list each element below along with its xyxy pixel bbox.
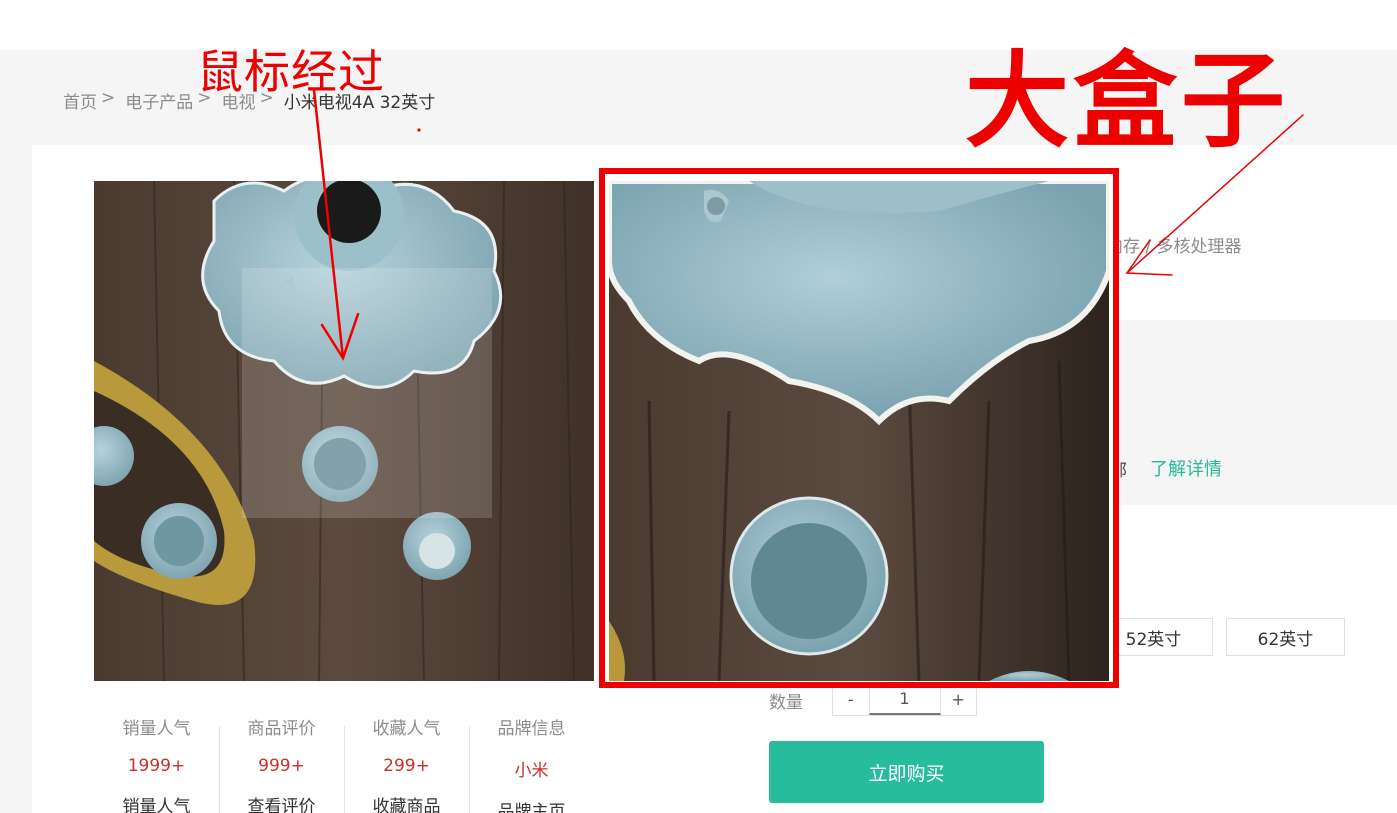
quantity-label: 数量 xyxy=(769,693,803,713)
annotation-big-box: 大盒子 xyxy=(965,39,1290,162)
stat-value: 小米 xyxy=(514,761,549,781)
stat-link[interactable]: 销量人气 xyxy=(94,792,219,813)
product-preview-image[interactable] xyxy=(94,181,594,681)
zoom-mask xyxy=(242,268,492,518)
product-page: 首页 > 电子产品 > 电视 > 小米电视4A 32英寸 内存 / 多核处理器 … xyxy=(0,0,1397,813)
stat-value: 999+ xyxy=(258,756,305,776)
stat-reviews: 商品评价 999+ 查看评价 xyxy=(219,710,344,813)
product-stats: 销量人气 1999+ 销量人气 商品评价 999+ 查看评价 收藏人气 299+… xyxy=(94,710,594,813)
buy-now-button[interactable]: 立即购买 xyxy=(769,741,1044,803)
stat-label: 销量人气 xyxy=(122,719,191,739)
teaset-zoomed-photo xyxy=(609,181,1109,681)
stat-value: 299+ xyxy=(383,756,430,776)
zoom-big-image-viewport xyxy=(609,181,1109,681)
breadcrumb-electronics[interactable]: 电子产品 xyxy=(125,88,193,113)
stat-label: 收藏人气 xyxy=(372,719,441,739)
stat-value: 1999+ xyxy=(127,756,186,776)
breadcrumb-separator: > xyxy=(101,88,116,108)
stat-label: 品牌信息 xyxy=(497,719,566,739)
stat-label: 商品评价 xyxy=(247,719,316,739)
zoom-big-box xyxy=(599,168,1119,688)
product-subtitle: 内存 / 多核处理器 xyxy=(1106,237,1242,257)
stat-sales: 销量人气 1999+ 销量人气 xyxy=(94,710,219,813)
stat-favorites: 收藏人气 299+ 收藏商品 xyxy=(344,710,469,813)
annotation-mouse-over: 鼠标经过 xyxy=(197,45,385,99)
stat-link[interactable]: 收藏商品 xyxy=(344,792,469,813)
stat-brand: 品牌信息 小米 品牌主页 xyxy=(469,710,594,813)
stat-link[interactable]: 查看评价 xyxy=(219,792,344,813)
size-option-62[interactable]: 62英寸 xyxy=(1226,618,1345,656)
teaset-photo xyxy=(94,181,594,681)
stat-link[interactable]: 品牌主页 xyxy=(469,797,594,813)
breadcrumb-home[interactable]: 首页 xyxy=(63,88,97,113)
learn-more-link[interactable]: 了解详情 xyxy=(1150,455,1222,481)
